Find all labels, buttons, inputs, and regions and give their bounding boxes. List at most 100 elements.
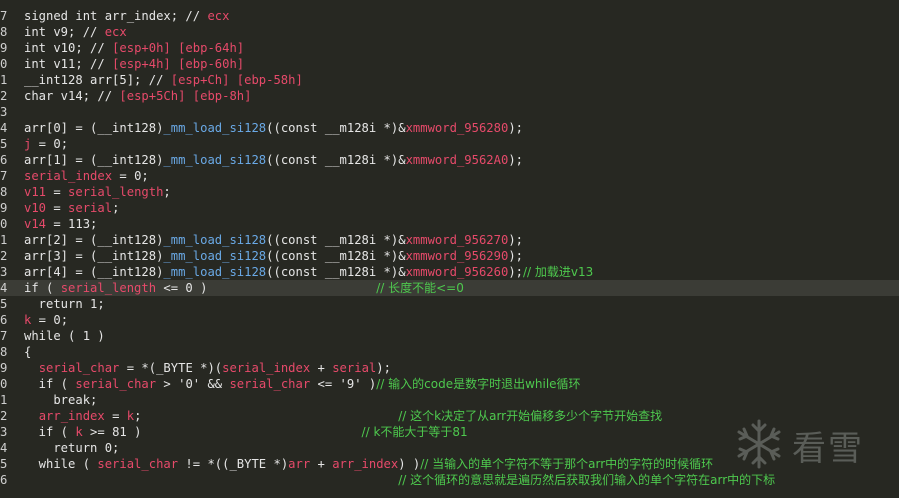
code-token: ((const __m128i *)& <box>266 233 406 247</box>
code-line[interactable]: 6 arr[1] = (__int128)_mm_load_si128((cons… <box>0 152 899 168</box>
code-token: arr[3] = (__int128) <box>24 249 164 263</box>
code-line[interactable]: 6 // 这个循环的意思就是遍历然后获取我们输入的单个字符在arr中的下标 <box>0 472 899 488</box>
code-identifier: xmmword_956270 <box>405 233 509 247</box>
code-line[interactable]: 0 int v11; // [esp+4h] [ebp-60h] <box>0 56 899 72</box>
code-text: arr[1] = (__int128)_mm_load_si128((const… <box>24 152 523 168</box>
code-token: > '0' && <box>156 377 230 391</box>
code-line[interactable]: 3 <box>0 104 899 120</box>
code-token: <= '9' ) <box>310 377 377 391</box>
code-text: v14 = 113; <box>24 216 97 232</box>
code-comment: // 加载进v13 <box>523 265 594 279</box>
code-token: ); <box>376 361 391 375</box>
code-token: while ( <box>24 457 98 471</box>
code-token: = 113; <box>46 217 98 231</box>
code-text: while ( serial_char != *((_BYTE *)arr + … <box>24 456 714 472</box>
code-text: serial_index = 0; <box>24 168 149 184</box>
code-token: [esp+0h] [ebp-64h] <box>112 41 245 55</box>
watermark: 看雪 <box>732 417 882 471</box>
code-token: ; <box>112 201 120 215</box>
code-text: while ( 1 ) <box>24 328 105 344</box>
code-token: ((const __m128i *)& <box>266 121 406 135</box>
code-token: ((const __m128i *)& <box>266 249 406 263</box>
code-token: = 0; <box>31 313 69 327</box>
code-line[interactable]: 8 v11 = serial_length; <box>0 184 899 200</box>
line-number: 7 <box>0 329 8 343</box>
code-line[interactable]: 1 __int128 arr[5]; // [esp+Ch] [ebp-58h] <box>0 72 899 88</box>
code-comment: // 当输入的单个字符不等于那个arr中的字符的时候循环 <box>420 457 714 471</box>
code-line[interactable]: 2 arr[3] = (__int128)_mm_load_si128((cons… <box>0 248 899 264</box>
code-line[interactable]: 4 arr[0] = (__int128)_mm_load_si128((cons… <box>0 120 899 136</box>
code-text: int v9; // ecx <box>24 24 127 40</box>
code-line[interactable]: 8{ <box>0 344 899 360</box>
line-number: 1 <box>0 393 8 407</box>
code-identifier: serial_char <box>38 361 120 375</box>
line-number: 8 <box>0 185 8 199</box>
line-number: 9 <box>0 41 8 55</box>
code-token: ecx <box>104 25 127 39</box>
code-text: if ( serial_length <= 0 ) // 长度不能<=0 <box>24 280 464 296</box>
code-token: if ( <box>24 281 61 295</box>
code-identifier: serial_char <box>229 377 311 391</box>
code-line[interactable]: 1 arr[2] = (__int128)_mm_load_si128((cons… <box>0 232 899 248</box>
code-function: _mm_load_si128 <box>163 233 267 247</box>
code-token: = <box>46 185 69 199</box>
code-text: arr[2] = (__int128)_mm_load_si128((const… <box>24 232 523 248</box>
code-token: ) ) <box>398 457 421 471</box>
code-comment: // 输入的code是数字时退出while循环 <box>376 377 581 391</box>
line-number: 1 <box>0 233 8 247</box>
code-identifier: v11 <box>24 185 47 199</box>
code-token: = <box>104 409 127 423</box>
code-token: char v14; // <box>24 89 120 103</box>
code-token: int v11; // <box>24 57 113 71</box>
line-number: 4 <box>0 281 8 295</box>
code-token: break; <box>24 393 98 407</box>
code-token: ); <box>508 233 523 247</box>
code-token: [esp+5Ch] [ebp-8h] <box>119 89 252 103</box>
line-number: 0 <box>0 217 8 231</box>
code-line[interactable]: 7 while ( 1 ) <box>0 328 899 344</box>
code-line[interactable]: 3 arr[4] = (__int128)_mm_load_si128((cons… <box>0 264 899 280</box>
line-number: 0 <box>0 57 8 71</box>
code-line[interactable]: 1 break; <box>0 392 899 408</box>
code-token: int v10; // <box>24 41 113 55</box>
code-text: if ( k >= 81 ) // k不能大于等于81 <box>24 424 468 440</box>
code-text: break; <box>24 392 97 408</box>
code-line[interactable]: 9 int v10; // [esp+0h] [ebp-64h] <box>0 40 899 56</box>
code-line[interactable]: 0 v14 = 113; <box>0 216 899 232</box>
line-number: 2 <box>0 249 8 263</box>
code-identifier: k <box>126 409 135 423</box>
code-token: { <box>24 345 32 359</box>
code-text: arr[3] = (__int128)_mm_load_si128((const… <box>24 248 523 264</box>
code-line[interactable]: 4 if ( serial_length <= 0 ) // 长度不能<=0 <box>0 280 899 296</box>
code-identifier: serial_length <box>68 185 164 199</box>
code-line[interactable]: 6 k = 0; <box>0 312 899 328</box>
code-text: char v14; // [esp+5Ch] [ebp-8h] <box>24 88 251 104</box>
code-line[interactable]: 7 serial_index = 0; <box>0 168 899 184</box>
code-token: return 1; <box>24 297 105 311</box>
line-number: 3 <box>0 105 8 119</box>
code-line[interactable]: 5 return 1; <box>0 296 899 312</box>
code-text: arr[0] = (__int128)_mm_load_si128((const… <box>24 120 523 136</box>
code-token: ); <box>508 153 523 167</box>
code-identifier: serial_index <box>222 361 311 375</box>
code-line[interactable]: 5 j = 0; <box>0 136 899 152</box>
code-line[interactable]: 7 signed int arr_index; // ecx <box>0 8 899 24</box>
code-text: return 1; <box>24 296 105 312</box>
code-line[interactable]: 8 int v9; // ecx <box>0 24 899 40</box>
code-token: signed int arr_index; // <box>24 9 208 23</box>
code-identifier: xmmword_956290 <box>405 249 509 263</box>
code-token: while ( 1 ) <box>24 329 105 343</box>
code-line[interactable]: 0 if ( serial_char > '0' && serial_char … <box>0 376 899 392</box>
code-text: // 这个循环的意思就是遍历然后获取我们输入的单个字符在arr中的下标 <box>24 472 775 488</box>
code-line[interactable]: 9 v10 = serial; <box>0 200 899 216</box>
code-token: + <box>310 457 333 471</box>
code-text: { <box>24 344 31 360</box>
line-number: 5 <box>0 297 8 311</box>
code-token: arr[2] = (__int128) <box>24 233 164 247</box>
code-token: != *((_BYTE *) <box>178 457 289 471</box>
code-token: ; <box>163 185 171 199</box>
code-line[interactable]: 2 char v14; // [esp+5Ch] [ebp-8h] <box>0 88 899 104</box>
code-line[interactable]: 9 serial_char = *(_BYTE *)(serial_index … <box>0 360 899 376</box>
code-identifier: serial_char <box>97 457 179 471</box>
